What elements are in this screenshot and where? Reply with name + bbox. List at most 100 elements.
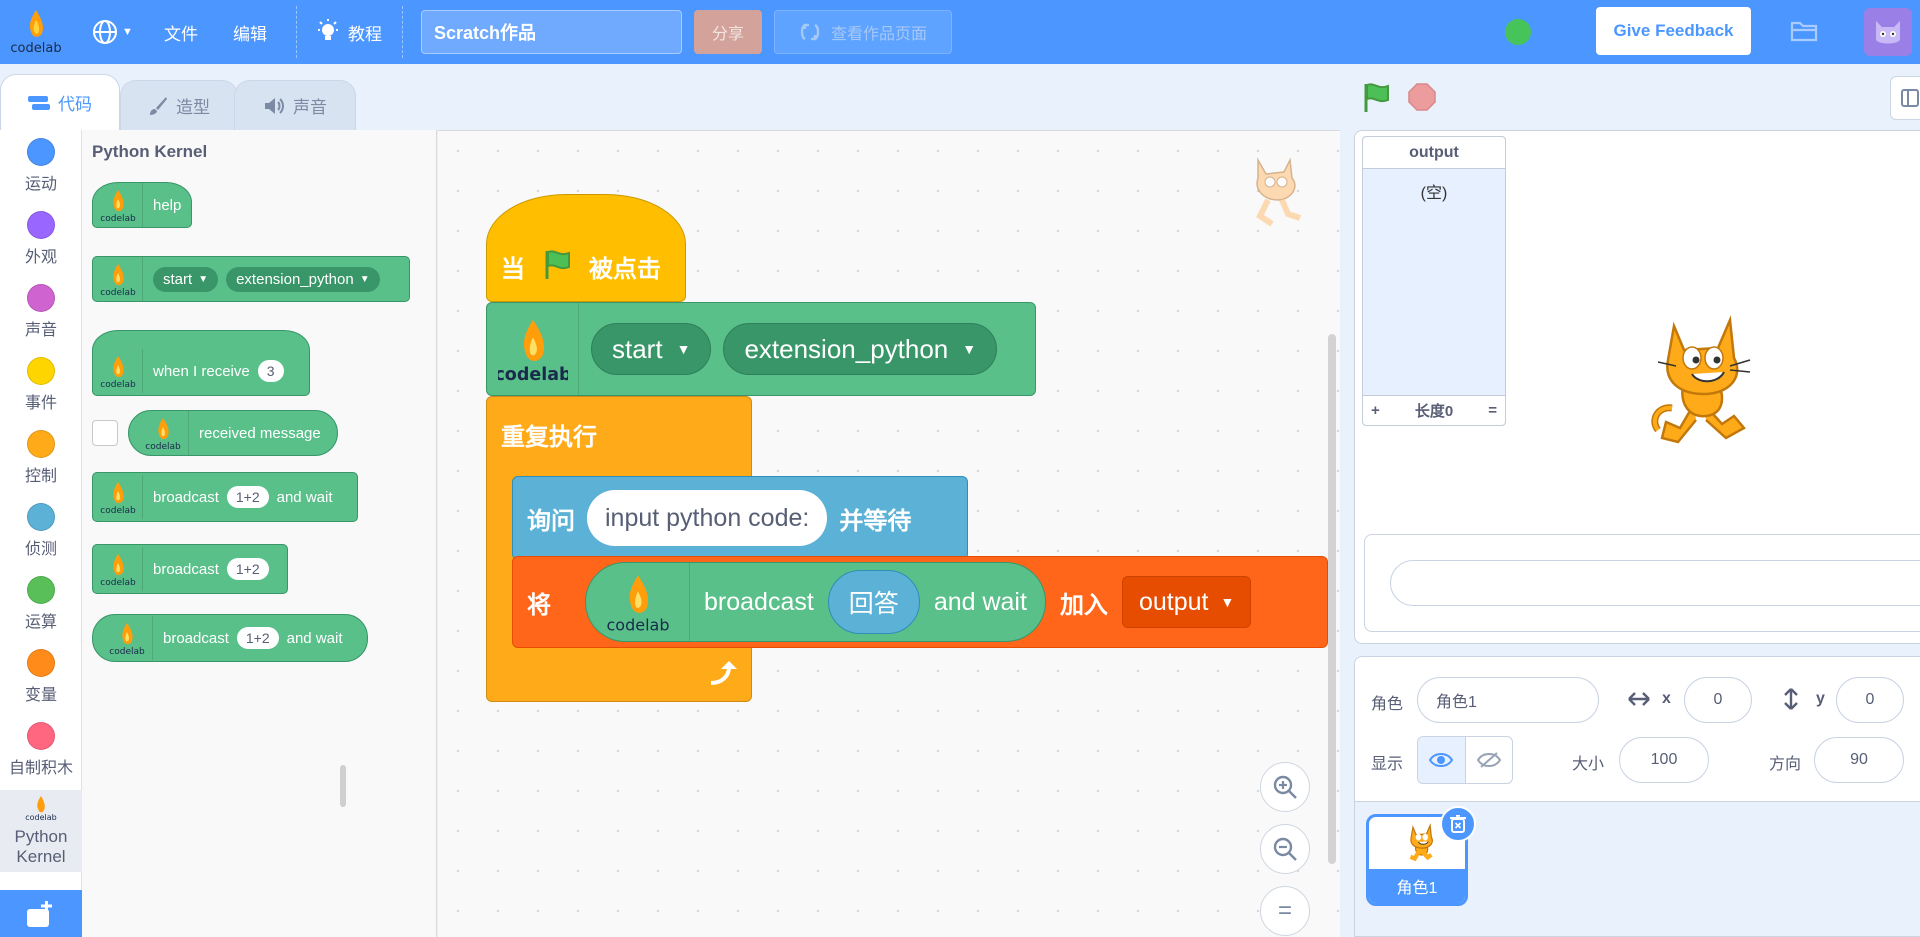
see-project-page-button[interactable]: 查看作品页面 xyxy=(774,10,952,54)
cat-sprite[interactable] xyxy=(1622,312,1772,467)
zoom-out-button[interactable] xyxy=(1260,824,1310,874)
language-menu[interactable]: ▼ xyxy=(92,0,133,64)
block-text: and wait xyxy=(286,629,343,647)
category-my-blocks[interactable]: 自制积木 xyxy=(0,722,82,778)
svg-text:codelab: codelab xyxy=(606,615,669,634)
share-button[interactable]: 分享 xyxy=(694,10,762,54)
start-extension-block[interactable]: codelab start ▼ extension_python ▼ xyxy=(486,302,1036,396)
broadcast-block[interactable]: codelab broadcast 1+2 xyxy=(92,544,288,594)
list-dropdown[interactable]: output ▼ xyxy=(1121,576,1252,628)
codelab-icon: codelab xyxy=(25,796,57,822)
received-message-checkbox[interactable] xyxy=(92,420,118,446)
lightbulb-icon xyxy=(318,19,338,40)
menu-divider xyxy=(402,6,403,58)
tutorials-menu[interactable]: 教程 xyxy=(316,0,382,64)
speaker-icon xyxy=(265,97,284,114)
user-avatar[interactable] xyxy=(1864,8,1912,56)
size-label: 大小 xyxy=(1572,756,1605,773)
block-text: 将 xyxy=(527,591,551,619)
sprite-tile-name: 角色1 xyxy=(1369,869,1465,903)
stop-button[interactable] xyxy=(1408,83,1436,111)
category-control[interactable]: 控制 xyxy=(0,430,82,486)
codelab-logo[interactable]: codelab xyxy=(8,6,64,58)
size-input[interactable]: 100 xyxy=(1619,737,1709,783)
delete-sprite-button[interactable] xyxy=(1440,806,1476,842)
workspace-scrollbar[interactable] xyxy=(1328,334,1336,864)
category-operators[interactable]: 运算 xyxy=(0,576,82,632)
category-label: Python xyxy=(14,827,68,846)
list-resize-handle[interactable]: = xyxy=(1488,402,1497,419)
tab-code[interactable]: 代码 xyxy=(0,74,120,130)
start-extension-block[interactable]: codelab start ▼ extension_python ▼ xyxy=(92,256,410,302)
answer-reporter[interactable]: 回答 xyxy=(827,570,920,634)
value-input[interactable]: 3 xyxy=(257,360,284,382)
category-python-kernel[interactable]: codelab Python Kernel xyxy=(0,790,82,872)
menu-bar: codelab ▼ 文件 编辑 教程 Scratch作品 分享 查看作品页面 G… xyxy=(0,0,1920,64)
broadcast-and-wait-reporter[interactable]: codelab broadcast 1+2 and wait xyxy=(92,614,368,662)
add-extension-button[interactable] xyxy=(0,890,82,937)
direction-input[interactable]: 90 xyxy=(1814,737,1904,783)
project-title-input[interactable]: Scratch作品 xyxy=(421,10,682,54)
start-dropdown[interactable]: start ▼ xyxy=(591,323,712,375)
list-monitor: output (空) + 长度0 = xyxy=(1362,136,1506,426)
green-flag-button[interactable] xyxy=(1360,82,1392,119)
category-label: 声音 xyxy=(24,322,57,339)
folder-icon[interactable] xyxy=(1790,18,1818,49)
category-events[interactable]: 事件 xyxy=(0,357,82,413)
category-variables[interactable]: 变量 xyxy=(0,649,82,705)
small-stage-button[interactable] xyxy=(1890,76,1920,120)
extension-dropdown[interactable]: extension_python ▼ xyxy=(723,323,998,375)
codelab-icon: codelab xyxy=(137,411,189,455)
ask-and-wait-block[interactable]: 询问 input python code: 并等待 xyxy=(512,476,968,560)
svg-text:codelab: codelab xyxy=(25,813,57,822)
remix-icon xyxy=(800,23,820,41)
category-sensing[interactable]: 侦测 xyxy=(0,503,82,559)
dropdown-value: extension_python xyxy=(236,270,354,288)
palette-scrollbar[interactable] xyxy=(340,765,346,807)
add-to-list-block[interactable]: 将 codelab broadcast 回答 and wait 加入 outpu… xyxy=(512,556,1328,648)
file-menu[interactable]: 文件 xyxy=(164,0,198,64)
codelab-icon: codelab xyxy=(93,183,143,227)
category-sound[interactable]: 声音 xyxy=(0,284,82,340)
category-motion[interactable]: 运动 xyxy=(0,138,82,194)
value-input[interactable]: 1+2 xyxy=(226,558,269,580)
zoom-reset-button[interactable]: = xyxy=(1260,886,1310,936)
list-monitor-footer: + 长度0 = xyxy=(1363,395,1505,425)
when-i-receive-block[interactable]: codelab when I receive 3 xyxy=(92,330,310,396)
hide-sprite-button[interactable] xyxy=(1466,737,1513,783)
x-input[interactable]: 0 xyxy=(1684,677,1752,723)
palette-section-title: Python Kernel xyxy=(92,142,208,161)
broadcast-and-wait-block[interactable]: codelab broadcast 1+2 and wait xyxy=(92,472,358,522)
broadcast-and-wait-reporter[interactable]: codelab broadcast 回答 and wait xyxy=(585,562,1046,642)
tutorials-label: 教程 xyxy=(348,24,382,44)
block-text: broadcast xyxy=(153,560,219,578)
answer-input[interactable] xyxy=(1390,560,1920,606)
value-input[interactable]: 1+2 xyxy=(236,627,279,649)
start-dropdown[interactable]: start ▼ xyxy=(153,266,219,292)
y-input[interactable]: 0 xyxy=(1836,677,1904,723)
received-message-block[interactable]: codelab received message xyxy=(128,410,338,456)
sprite-name-label: 角色 xyxy=(1371,696,1404,713)
category-looks[interactable]: 外观 xyxy=(0,211,82,267)
sprite-name-input[interactable]: 角色1 xyxy=(1417,677,1599,723)
extension-dropdown[interactable]: extension_python ▼ xyxy=(226,266,380,292)
codelab-icon: codelab xyxy=(93,349,143,393)
value-input[interactable]: 1+2 xyxy=(226,486,269,508)
zoom-in-button[interactable] xyxy=(1260,762,1310,812)
category-label: 外观 xyxy=(24,249,57,266)
category-label: 控制 xyxy=(24,468,57,485)
edit-menu[interactable]: 编辑 xyxy=(233,0,267,64)
ask-question-input[interactable]: input python code: xyxy=(587,490,828,546)
tab-sounds[interactable]: 声音 xyxy=(234,80,356,130)
codelab-icon: codelab xyxy=(586,563,690,641)
help-block[interactable]: codelab help xyxy=(92,182,192,228)
give-feedback-button[interactable]: Give Feedback xyxy=(1596,7,1751,55)
tab-sounds-label: 声音 xyxy=(293,98,327,117)
show-sprite-button[interactable] xyxy=(1418,737,1466,783)
dropdown-value: start xyxy=(163,270,193,288)
chevron-down-icon: ▼ xyxy=(198,273,209,285)
list-add-button[interactable]: + xyxy=(1371,402,1380,419)
when-flag-clicked-block[interactable]: 当 被点击 xyxy=(486,194,686,302)
list-length: 长度0 xyxy=(1414,403,1454,420)
tab-costumes[interactable]: 造型 xyxy=(120,80,238,130)
